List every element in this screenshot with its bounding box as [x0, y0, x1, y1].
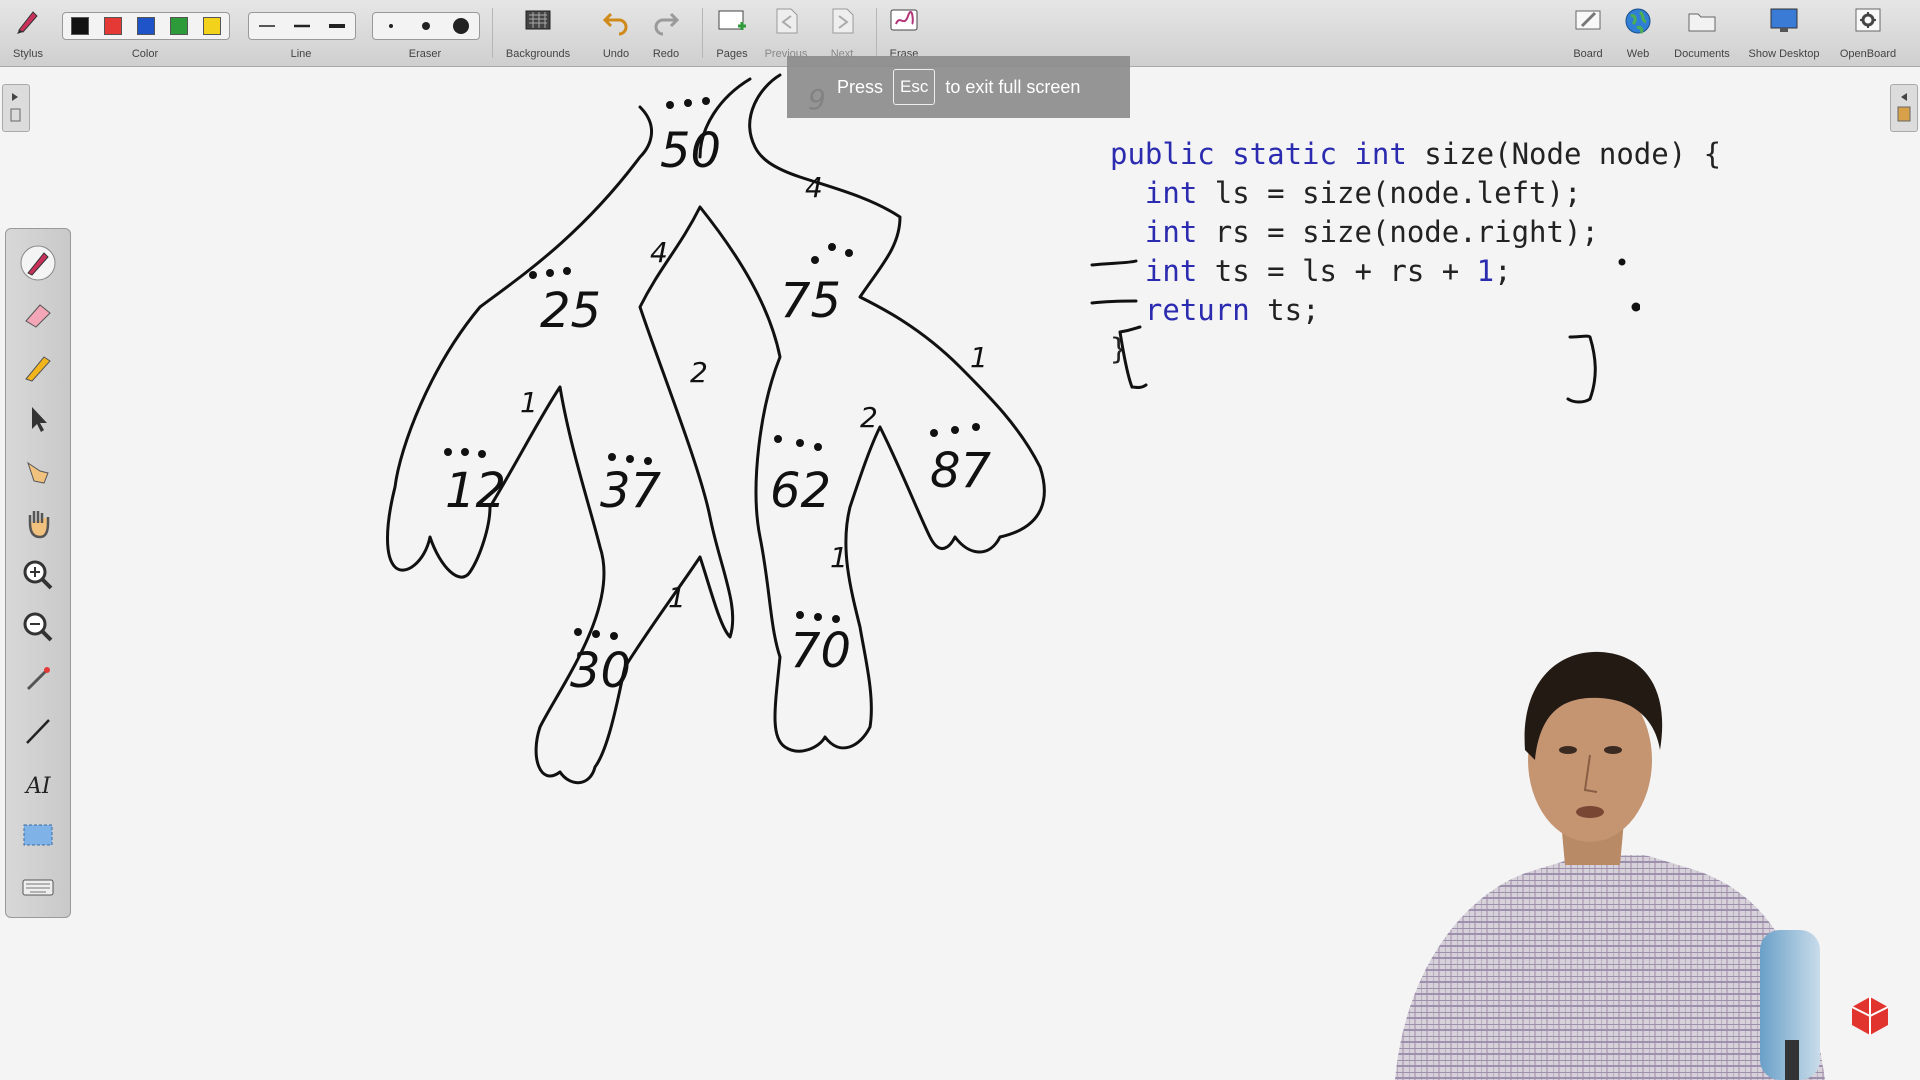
line-medium-icon[interactable] — [290, 16, 314, 36]
eraser-size-selector — [372, 12, 480, 40]
toolbar-divider — [702, 8, 703, 58]
stylus-icon — [17, 11, 38, 34]
edge-label: 2 — [690, 356, 708, 389]
backgrounds-icon — [525, 10, 551, 30]
line-thin-icon[interactable] — [255, 16, 279, 36]
previous-page-icon — [776, 8, 798, 34]
show-desktop-button[interactable]: Show Desktop — [1742, 0, 1826, 66]
euler-path — [386, 73, 1046, 785]
node-label: 62 — [770, 463, 831, 519]
folder-icon — [1688, 13, 1716, 32]
color-swatches — [62, 12, 230, 40]
undo-icon — [602, 12, 628, 36]
node-label: 70 — [790, 623, 851, 679]
node-label: 87 — [930, 443, 992, 499]
undo-button[interactable]: Undo — [590, 0, 642, 66]
pages-button[interactable]: Pages — [704, 0, 760, 66]
edge-label: 1 — [668, 581, 686, 614]
line-thick-icon[interactable] — [325, 16, 349, 36]
gear-icon — [1855, 8, 1881, 32]
code-line-1: public static int size(Node node) { — [1110, 137, 1722, 171]
desktop-icon — [1770, 8, 1798, 32]
eraser-group: Eraser — [372, 0, 480, 66]
node-label: 50 — [660, 123, 721, 179]
node-label: 12 — [445, 463, 506, 519]
erase-board-icon — [890, 9, 918, 31]
edge-label: 4 — [805, 171, 823, 204]
color-swatch-black[interactable] — [70, 17, 89, 35]
board-icon — [1575, 10, 1601, 30]
globe-icon — [1625, 8, 1651, 34]
color-swatch-green[interactable] — [170, 17, 189, 35]
esc-key-badge: Esc — [893, 69, 936, 105]
code-annotations — [1090, 258, 1640, 404]
edge-label: 4 — [650, 236, 668, 269]
line-group: Line — [248, 0, 356, 66]
fullscreen-notice: Press Esc to exit full screen — [787, 56, 1130, 118]
tree-sketch: 50 25 75 12 37 62 87 30 70 9 4 4 2 1 2 1… — [386, 73, 1046, 785]
node-label: 75 — [780, 273, 841, 329]
channel-logo-icon — [1851, 997, 1889, 1035]
edge-label: 2 — [860, 401, 878, 434]
color-group: Color — [62, 0, 230, 66]
new-page-icon — [718, 10, 746, 30]
backgrounds-button[interactable]: Backgrounds — [502, 0, 574, 66]
color-swatch-blue[interactable] — [136, 17, 155, 35]
color-swatch-yellow[interactable] — [203, 17, 222, 35]
color-swatch-red[interactable] — [103, 17, 122, 35]
eraser-small-icon[interactable] — [379, 16, 403, 36]
openboard-menu-button[interactable]: OpenBoard — [1828, 0, 1908, 66]
redo-button[interactable]: Redo — [640, 0, 692, 66]
node-label: 37 — [600, 463, 662, 519]
edge-label: 1 — [970, 341, 988, 374]
node-label: 30 — [570, 643, 631, 699]
eraser-medium-icon[interactable] — [414, 16, 438, 36]
documents-button[interactable]: Documents — [1664, 0, 1740, 66]
presenter-figure — [1395, 651, 1825, 1080]
next-page-icon — [832, 8, 854, 34]
web-button[interactable]: Web — [1612, 0, 1664, 66]
node-label: 25 — [540, 283, 601, 339]
stylus-button[interactable]: Stylus — [0, 0, 56, 66]
toolbar-divider — [492, 8, 493, 58]
eraser-large-icon[interactable] — [449, 16, 473, 36]
redo-icon — [654, 12, 680, 36]
presenter-video — [1385, 640, 1920, 1080]
line-width-selector — [248, 12, 356, 40]
edge-label: 1 — [520, 386, 538, 419]
edge-label: 1 — [830, 541, 848, 574]
board-button[interactable]: Board — [1560, 0, 1616, 66]
